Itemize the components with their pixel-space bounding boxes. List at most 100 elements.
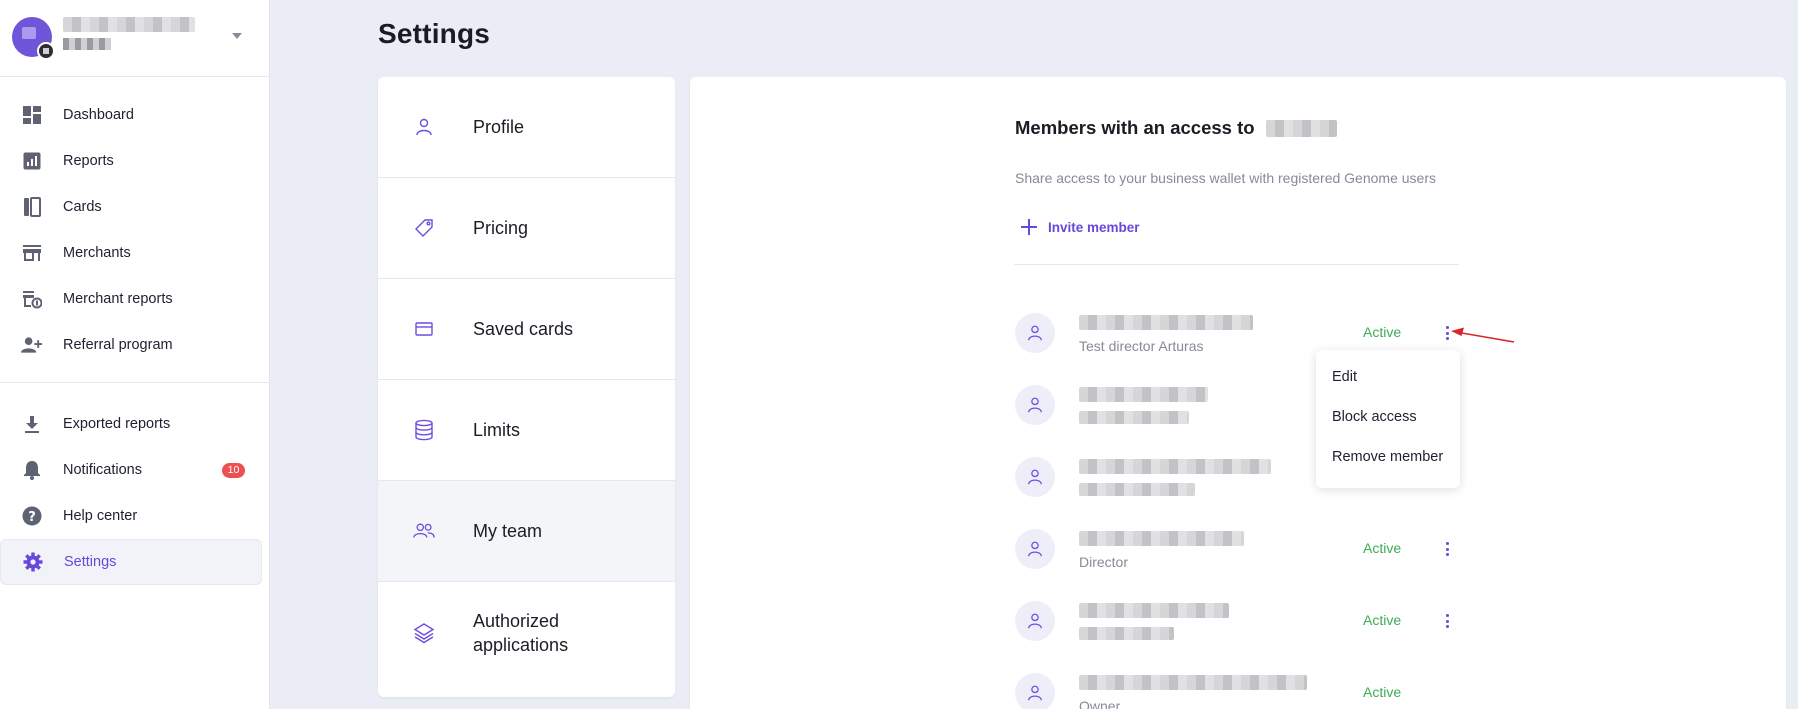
sidebar-item-merchant-reports[interactable]: Merchant reports xyxy=(0,276,270,322)
sidebar-item-merchants[interactable]: Merchants xyxy=(0,230,270,276)
store-icon xyxy=(21,243,42,264)
database-icon xyxy=(412,418,436,442)
sidebar-item-dashboard[interactable]: Dashboard xyxy=(0,92,270,138)
sidebar-item-label: Merchants xyxy=(63,245,131,261)
settings-menu-label: My team xyxy=(473,521,543,541)
nav-primary: Dashboard Reports Cards Merchants Mercha… xyxy=(0,92,270,368)
sidebar-item-label: Help center xyxy=(63,508,138,524)
member-name-redacted xyxy=(1079,675,1307,690)
merchant-reports-icon xyxy=(21,289,42,310)
chevron-down-icon[interactable] xyxy=(232,33,242,39)
person-icon xyxy=(412,115,436,139)
member-avatar xyxy=(1015,457,1055,497)
member-row: Owner Active xyxy=(1015,673,1495,709)
invite-member-button[interactable]: Invite member xyxy=(1020,218,1140,236)
member-name-redacted xyxy=(1079,387,1208,402)
settings-menu-limits[interactable]: Limits xyxy=(378,380,675,481)
members-title: Members with an access to xyxy=(1015,117,1255,138)
credit-card-icon xyxy=(412,317,436,341)
gear-icon xyxy=(22,552,43,573)
settings-menu-label: Limits xyxy=(473,420,521,440)
member-status: Active xyxy=(1363,612,1402,628)
member-avatar xyxy=(1015,529,1055,569)
settings-menu-saved-cards[interactable]: Saved cards xyxy=(378,279,675,380)
team-icon xyxy=(412,519,436,543)
tag-icon xyxy=(412,216,436,240)
account-switcher[interactable] xyxy=(0,0,270,77)
sidebar-item-label: Reports xyxy=(63,153,114,169)
dashboard-icon xyxy=(21,105,42,126)
sidebar-item-help-center[interactable]: ? Help center xyxy=(0,493,270,539)
add-person-icon xyxy=(21,335,42,356)
sidebar-item-exported-reports[interactable]: Exported reports xyxy=(0,401,270,447)
member-avatar xyxy=(1015,673,1055,709)
member-avatar xyxy=(1015,385,1055,425)
member-role-redacted xyxy=(1079,411,1189,424)
wallet-name-redacted xyxy=(1266,120,1337,137)
sidebar-item-cards[interactable]: Cards xyxy=(0,184,270,230)
sidebar-item-settings[interactable]: Settings xyxy=(0,539,262,585)
account-name-redacted xyxy=(63,17,195,32)
settings-menu-profile[interactable]: Profile xyxy=(378,77,675,178)
cards-icon xyxy=(21,197,42,218)
reports-icon xyxy=(21,151,42,172)
sidebar-item-label: Referral program xyxy=(63,337,173,353)
member-name-redacted xyxy=(1079,531,1244,546)
notifications-count-badge: 10 xyxy=(222,463,245,478)
more-vertical-icon[interactable] xyxy=(1441,610,1453,632)
sidebar-item-notifications[interactable]: Notifications 10 xyxy=(0,447,270,493)
members-divider xyxy=(1014,264,1459,265)
account-avatar xyxy=(12,17,55,60)
sidebar-item-label: Settings xyxy=(64,554,117,570)
settings-menu-label: Saved cards xyxy=(473,319,574,339)
settings-menu-label: Pricing xyxy=(473,218,529,238)
remove-member-option[interactable]: Remove member xyxy=(1316,440,1460,480)
member-role-redacted xyxy=(1079,483,1195,496)
edit-member-option[interactable]: Edit xyxy=(1316,360,1460,400)
bell-icon xyxy=(21,460,42,481)
plus-icon xyxy=(1020,218,1038,236)
nav-secondary: Exported reports Notifications 10 ? Help… xyxy=(0,401,270,585)
member-avatar xyxy=(1015,601,1055,641)
sidebar-item-label: Exported reports xyxy=(63,416,171,432)
member-status: Active xyxy=(1363,540,1402,556)
sidebar-item-label: Merchant reports xyxy=(63,291,173,307)
sidebar-item-label: Notifications xyxy=(63,462,142,478)
settings-menu-label: Authorized applications xyxy=(473,610,569,655)
annotation-arrow xyxy=(1451,327,1515,343)
sidebar-item-label: Cards xyxy=(63,199,102,215)
member-row: Director Active xyxy=(1015,529,1495,589)
member-name-redacted xyxy=(1079,603,1229,618)
settings-menu-authorized-applications[interactable]: Authorized applications xyxy=(378,582,675,683)
member-status: Active xyxy=(1363,684,1402,700)
svg-text:?: ? xyxy=(28,510,36,525)
help-icon: ? xyxy=(21,506,42,527)
sidebar-item-label: Dashboard xyxy=(63,107,134,123)
layers-icon xyxy=(412,621,436,645)
page-title: Settings xyxy=(378,18,491,49)
settings-menu-pricing[interactable]: Pricing xyxy=(378,178,675,279)
member-role: Test director Arturas xyxy=(1079,338,1204,354)
settings-menu-label: Profile xyxy=(473,117,525,137)
sidebar: Dashboard Reports Cards Merchants Mercha… xyxy=(0,0,270,709)
sidebar-item-reports[interactable]: Reports xyxy=(0,138,270,184)
invite-member-label: Invite member xyxy=(1048,219,1140,235)
member-name-redacted xyxy=(1079,459,1271,474)
settings-menu-my-team[interactable]: My team xyxy=(378,481,675,582)
download-icon xyxy=(21,414,42,435)
member-status: Active xyxy=(1363,324,1402,340)
member-role: Owner xyxy=(1079,698,1121,709)
member-actions-dropdown: Edit Block access Remove member xyxy=(1316,350,1460,488)
account-type-redacted xyxy=(63,38,111,50)
member-row: Active xyxy=(1015,601,1495,661)
block-access-option[interactable]: Block access xyxy=(1316,400,1460,440)
more-vertical-icon[interactable] xyxy=(1441,538,1453,560)
sidebar-item-referral-program[interactable]: Referral program xyxy=(0,322,270,368)
members-description: Share access to your business wallet wit… xyxy=(1015,170,1436,186)
member-role: Director xyxy=(1079,554,1129,570)
member-avatar xyxy=(1015,313,1055,353)
settings-menu: Profile Pricing Saved cards Limits My te… xyxy=(378,77,675,697)
member-name-redacted xyxy=(1079,315,1253,330)
member-role-redacted xyxy=(1079,627,1174,640)
sidebar-divider xyxy=(0,382,270,383)
